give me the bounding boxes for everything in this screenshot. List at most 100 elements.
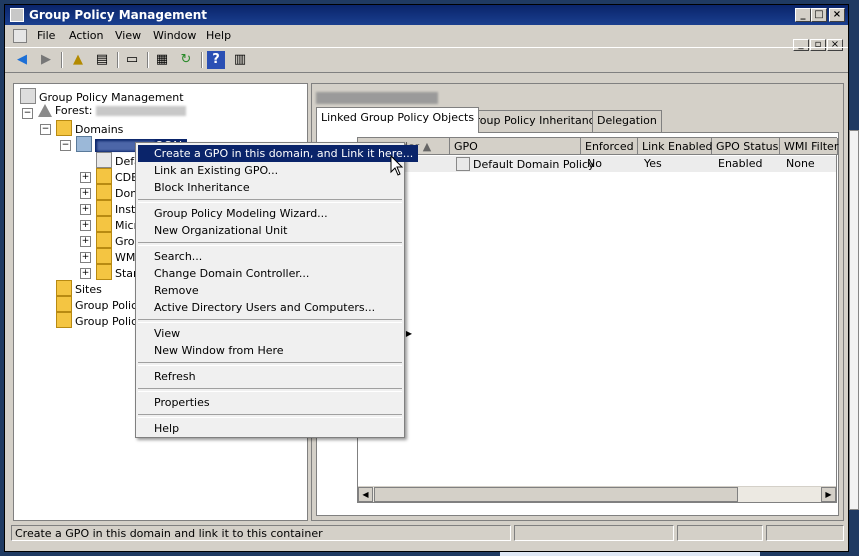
show-hide-tree-icon[interactable]: ▤: [93, 51, 111, 69]
status-panel: [677, 525, 763, 541]
forward-icon[interactable]: ▶: [37, 51, 55, 69]
tab-linked-gpos[interactable]: Linked Group Policy Objects: [316, 107, 480, 133]
title-bar[interactable]: Group Policy Management _ □ ×: [5, 5, 848, 25]
menu-view[interactable]: View: [115, 29, 141, 42]
expand-node[interactable]: +: [80, 236, 91, 247]
scroll-left-icon[interactable]: ◀: [358, 487, 373, 502]
menu-separator: [138, 199, 402, 203]
properties-icon[interactable]: ▦: [153, 51, 171, 69]
ou-folder-icon: [96, 168, 112, 184]
cell-gpo[interactable]: Default Domain Policy: [452, 156, 599, 172]
menu-item-new-ou[interactable]: New Organizational Unit: [138, 222, 418, 239]
menu-item-view[interactable]: View ▶: [138, 325, 418, 342]
expand-node[interactable]: +: [80, 268, 91, 279]
menu-item-properties[interactable]: Properties: [138, 394, 418, 411]
mouse-cursor-icon: [390, 155, 404, 176]
tree-forest[interactable]: Forest:: [38, 104, 186, 117]
tab-delegation[interactable]: Delegation: [592, 110, 662, 132]
toolbar-separator: [147, 52, 149, 68]
menu-file[interactable]: File: [37, 29, 55, 42]
menu-bar: File Action View Window Help _ ▫ ×: [5, 25, 848, 51]
cell-enforced: No: [587, 157, 602, 170]
expand-node[interactable]: +: [80, 252, 91, 263]
app-icon: [10, 8, 24, 22]
domain-icon: [76, 136, 92, 152]
menu-item-ad-users[interactable]: Active Directory Users and Computers...: [138, 299, 418, 316]
window-title: Group Policy Management: [29, 8, 208, 22]
expand-node[interactable]: +: [80, 172, 91, 183]
column-enforced[interactable]: Enforced: [581, 138, 638, 155]
menu-item-block-inheritance[interactable]: Block Inheritance: [138, 179, 418, 196]
context-menu: Create a GPO in this domain, and Link it…: [135, 142, 418, 438]
collapse-forest[interactable]: −: [22, 108, 33, 119]
menu-separator: [138, 362, 402, 366]
cell-link-enabled: Yes: [644, 157, 662, 170]
menu-item-search[interactable]: Search...: [138, 248, 418, 265]
help-icon[interactable]: ?: [207, 51, 225, 69]
gpo-folder-icon: [96, 232, 112, 248]
tree-item-sites[interactable]: Sites: [56, 280, 102, 296]
wmi-folder-icon: [96, 248, 112, 264]
close-button[interactable]: ×: [829, 8, 845, 22]
expand-node[interactable]: +: [80, 204, 91, 215]
gpo-icon: [456, 157, 470, 171]
collapse-domains[interactable]: −: [40, 124, 51, 135]
forest-name-redacted: [95, 106, 186, 116]
gpmc-root-icon: [20, 88, 36, 104]
menu-item-help[interactable]: Help: [138, 420, 418, 437]
column-gpo[interactable]: GPO: [450, 138, 581, 155]
forest-icon: [38, 104, 52, 117]
menu-item-link-existing-gpo[interactable]: Link an Existing GPO...: [138, 162, 418, 179]
menu-item-remove[interactable]: Remove: [138, 282, 418, 299]
scroll-right-icon[interactable]: ▶: [821, 487, 836, 502]
status-text: Create a GPO in this domain and link it …: [11, 525, 511, 541]
domains-folder-icon: [56, 120, 72, 136]
tree-root[interactable]: Group Policy Management: [20, 88, 184, 104]
ou-folder-icon: [96, 200, 112, 216]
status-panel: [514, 525, 674, 541]
menu-help[interactable]: Help: [206, 29, 231, 42]
cell-gpo-status: Enabled: [718, 157, 763, 170]
menu-item-new-window[interactable]: New Window from Here: [138, 342, 418, 359]
maximize-button[interactable]: □: [811, 8, 827, 22]
toolbar-separator: [117, 52, 119, 68]
tab-gp-inheritance[interactable]: Group Policy Inheritance: [462, 110, 607, 132]
column-link-enabled[interactable]: Link Enabled: [638, 138, 712, 155]
refresh-icon[interactable]: ↻: [177, 51, 195, 69]
menu-item-refresh[interactable]: Refresh: [138, 368, 418, 385]
tree-domains[interactable]: Domains: [56, 120, 123, 136]
copy-icon[interactable]: ▭: [123, 51, 141, 69]
menu-item-change-dc[interactable]: Change Domain Controller...: [138, 265, 418, 282]
linked-gpo-list: Link Order ▲ GPO Enforced Link Enabled G…: [357, 137, 838, 503]
expand-node[interactable]: +: [80, 188, 91, 199]
modeling-icon: [56, 296, 72, 312]
column-wmi-filter[interactable]: WMI Filter: [780, 138, 838, 155]
console-tree-icon[interactable]: ▥: [231, 51, 249, 69]
submenu-arrow-icon: ▶: [405, 329, 412, 338]
back-icon[interactable]: ◀: [13, 51, 31, 69]
toolbar-separator: [61, 52, 63, 68]
menu-window[interactable]: Window: [153, 29, 196, 42]
collapse-domain[interactable]: −: [60, 140, 71, 151]
tree-item-gp-results[interactable]: Group Policy: [56, 312, 144, 328]
menu-action[interactable]: Action: [69, 29, 103, 42]
column-gpo-status[interactable]: GPO Status: [712, 138, 780, 155]
menu-separator: [138, 414, 402, 418]
expand-node[interactable]: +: [80, 220, 91, 231]
horizontal-scrollbar[interactable]: ◀ ▶: [358, 486, 836, 502]
menu-item-modeling-wizard[interactable]: Group Policy Modeling Wizard...: [138, 205, 418, 222]
domain-header-redacted: [316, 90, 438, 105]
starter-folder-icon: [96, 264, 112, 280]
console-icon: [13, 29, 27, 43]
scroll-thumb[interactable]: [374, 487, 738, 502]
up-icon[interactable]: ▲: [69, 51, 87, 69]
toolbar-separator: [201, 52, 203, 68]
minimize-button[interactable]: _: [795, 8, 811, 22]
tree-item-wmi-filters[interactable]: WMI: [96, 248, 139, 264]
menu-item-create-gpo[interactable]: Create a GPO in this domain, and Link it…: [138, 145, 418, 162]
menu-separator: [138, 388, 402, 392]
tree-item-gp-modeling[interactable]: Group Policy: [56, 296, 144, 312]
toolbar: ◀ ▶ ▲ ▤ ▭ ▦ ↻ ? ▥: [5, 47, 848, 73]
status-panel: [766, 525, 844, 541]
menu-separator: [138, 242, 402, 246]
